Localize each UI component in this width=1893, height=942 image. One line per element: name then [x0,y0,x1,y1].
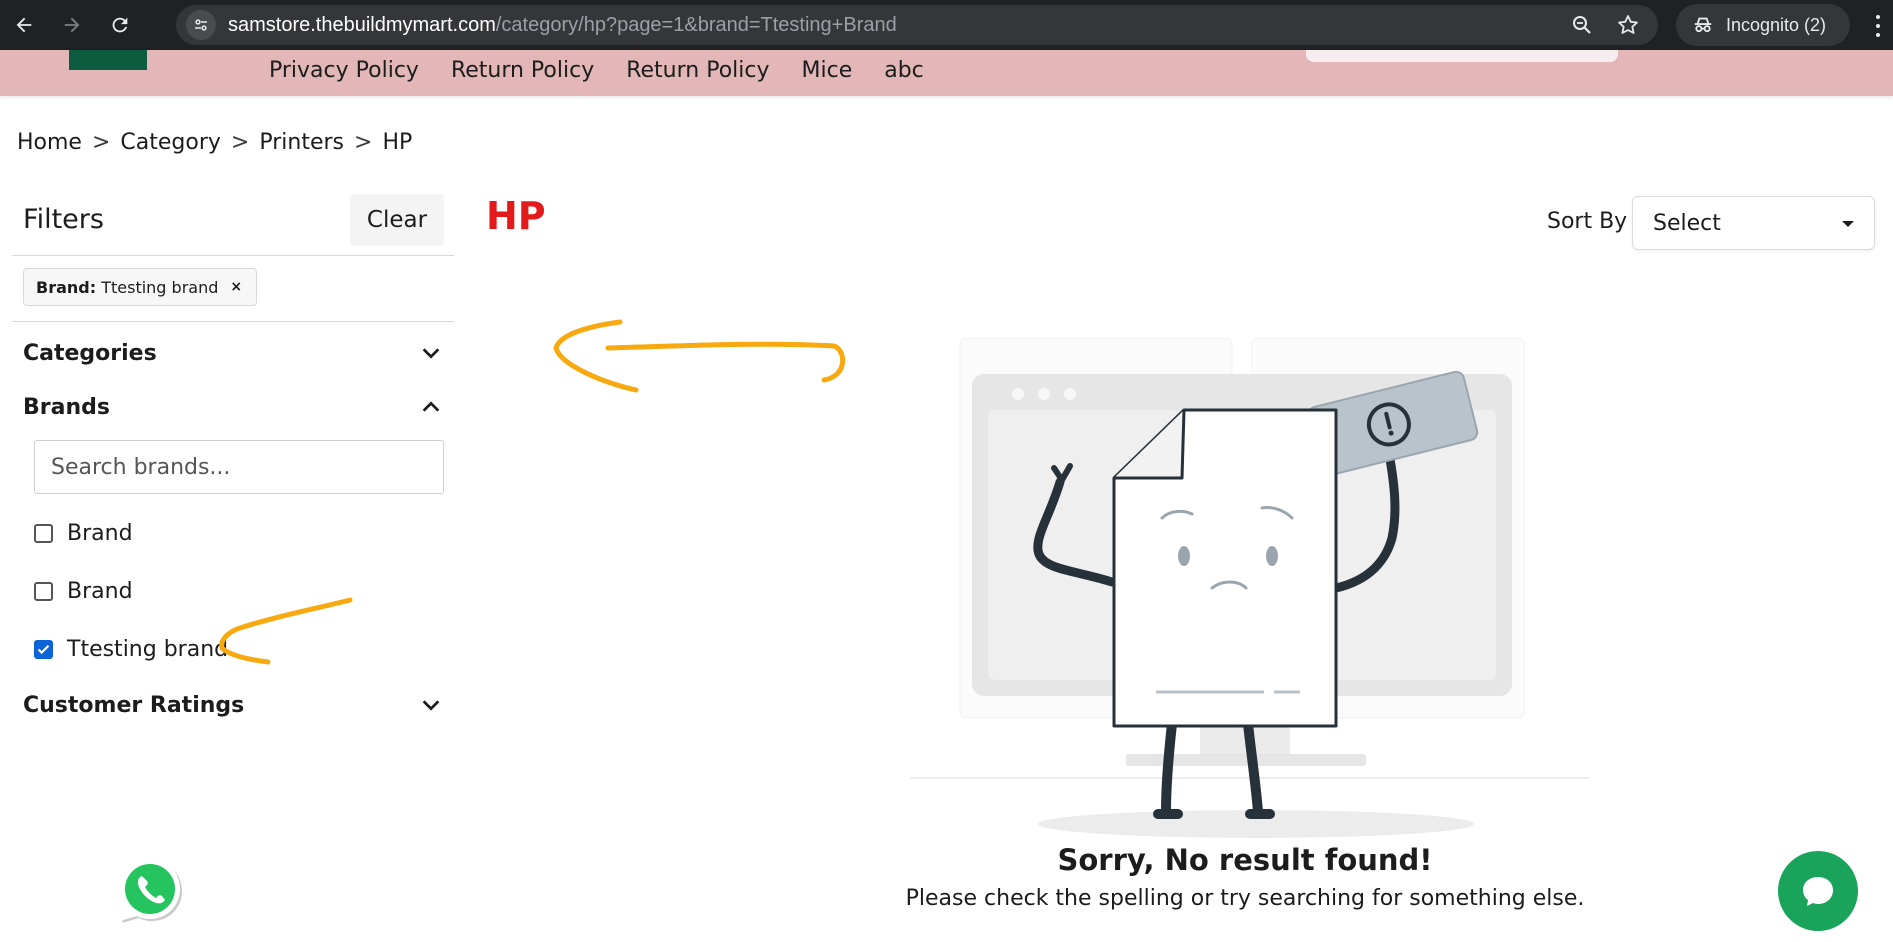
url-text: samstore.thebuildmymart.com/category/hp?… [228,14,897,37]
forward-button[interactable] [48,0,96,50]
breadcrumb-separator: > [354,130,373,155]
url-host: samstore.thebuildmymart.com [228,13,496,36]
brand-checkbox[interactable] [34,581,53,601]
site-info-icon [195,19,207,31]
brand-label: Brand [67,520,133,546]
header-search-box[interactable] [1306,50,1618,62]
reload-icon [112,17,128,33]
incognito-label: Incognito (2) [1726,14,1827,35]
nav-link-return-policy-2[interactable]: Return Policy [626,58,769,83]
filters-sidebar: Filters Clear Brand: Ttesting brand × Ca… [12,192,454,732]
chevron-down-icon [418,692,444,718]
chevron-down-icon [418,340,444,366]
remove-filter-icon[interactable]: × [230,279,242,295]
forward-arrow-icon [64,17,80,33]
zoom-icon[interactable] [1570,13,1594,37]
filters-title: Filters [23,204,104,235]
chip-value: Ttesting brand [101,277,219,297]
site-logo[interactable] [69,50,147,70]
star-icon[interactable] [1616,13,1640,37]
ratings-section-header[interactable]: Customer Ratings [12,678,454,732]
brand-label: Brand [67,578,133,604]
url-path: /category/hp?page=1&brand=Ttesting+Brand [495,13,897,36]
brands-title: Brands [23,394,110,420]
clear-filters-button[interactable]: Clear [350,194,444,246]
sort-label: Sort By [1547,209,1628,234]
brand-option[interactable]: Brand [12,562,454,620]
header-nav: Privacy Policy Return Policy Return Poli… [269,50,924,90]
nav-link-privacy-policy[interactable]: Privacy Policy [269,58,419,83]
breadcrumb-home[interactable]: Home [17,130,82,155]
brand-option[interactable]: Ttesting brand [12,620,454,678]
annotation-arrow-title [553,319,845,393]
breadcrumb-separator: > [230,130,250,155]
site-info-button[interactable] [186,10,216,40]
incognito-indicator[interactable]: Incognito (2) [1676,4,1850,46]
sort-value: Select [1653,210,1721,236]
whatsapp-icon [120,859,182,923]
brand-search-input[interactable] [34,440,444,494]
caret-down-icon [1842,221,1854,227]
breadcrumb-separator: > [91,130,111,155]
sort-select[interactable]: Select [1632,196,1875,250]
empty-state-title: Sorry, No result found! [1057,843,1433,877]
brand-label: Ttesting brand [67,636,229,662]
more-vert-icon[interactable] [1868,12,1888,40]
incognito-icon [1694,17,1712,33]
back-button[interactable] [0,0,48,50]
whatsapp-button[interactable] [115,855,185,925]
chat-button[interactable] [1778,851,1858,931]
nav-link-mice[interactable]: Mice [802,58,853,83]
brand-list: Brand Brand Ttesting brand [12,504,454,678]
check-icon [37,644,50,654]
brand-checkbox-checked[interactable] [34,639,53,659]
site-header: Privacy Policy Return Policy Return Poli… [0,50,1893,96]
ratings-title: Customer Ratings [23,692,245,718]
categories-title: Categories [23,340,157,366]
reload-button[interactable] [96,0,144,50]
categories-section-header[interactable]: Categories [12,326,454,380]
brand-option[interactable]: Brand [12,504,454,562]
empty-state-illustration [910,337,1590,838]
breadcrumb-hp: HP [382,130,413,155]
empty-state-subtitle: Please check the spelling or try searchi… [905,886,1585,911]
browser-toolbar: samstore.thebuildmymart.com/category/hp?… [0,0,1893,50]
breadcrumb-category[interactable]: Category [120,130,221,155]
brand-checkbox[interactable] [34,523,53,543]
brands-section-header[interactable]: Brands [12,380,454,434]
nav-link-abc[interactable]: abc [884,58,924,83]
breadcrumb-printers[interactable]: Printers [259,130,344,155]
chip-key: Brand: [36,277,97,297]
chat-bubble-icon [1803,877,1833,906]
chevron-up-icon [418,394,444,420]
breadcrumb: Home > Category > Printers > HP [17,130,412,155]
active-filter-chip: Brand: Ttesting brand × [23,268,258,306]
address-bar[interactable]: samstore.thebuildmymart.com/category/hp?… [176,5,1658,45]
back-arrow-icon [16,17,32,33]
page-title: HP [486,194,546,238]
nav-link-return-policy[interactable]: Return Policy [451,58,594,83]
